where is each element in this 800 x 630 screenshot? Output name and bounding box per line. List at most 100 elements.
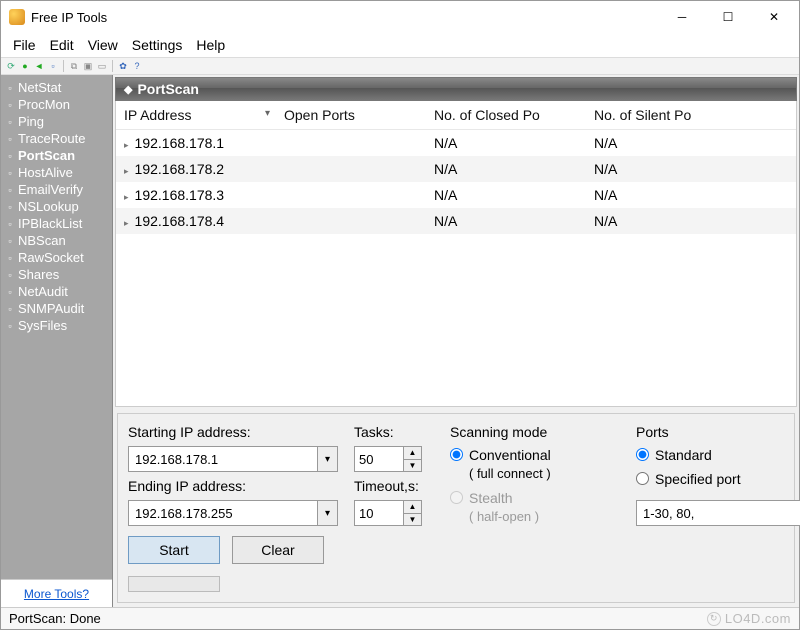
menu-view[interactable]: View [82,35,124,55]
timeout-spin-down[interactable]: ▼ [404,513,422,527]
menu-file[interactable]: File [7,35,42,55]
tool-icon: ▫ [5,236,15,246]
settings-icon[interactable]: ✿ [117,60,129,72]
copy-icon[interactable]: ⧉ [68,60,80,72]
menubar: File Edit View Settings Help [1,33,799,57]
sidebar-item-label: SNMPAudit [18,300,84,317]
ports-standard-radio[interactable]: Standard [636,446,784,464]
save-icon[interactable]: ▫ [47,60,59,72]
sidebar-item-label: NBScan [18,232,66,249]
mode-conventional-sub: ( full connect ) [469,466,551,481]
statusbar: PortScan: Done ↻ LO4D.com [1,607,799,629]
scanning-mode-label: Scanning mode [450,424,620,440]
mode-conventional-text: Conventional [469,447,551,463]
start-ip-input[interactable] [128,446,318,472]
end-ip-input[interactable] [128,500,318,526]
col-closed-ports[interactable]: No. of Closed Po [426,101,586,129]
close-button[interactable]: ✕ [751,2,797,32]
sidebar-item-procmon[interactable]: ▫ProcMon [3,96,110,113]
clear-button[interactable]: Clear [232,536,324,564]
ports-group: Ports Standard Specified port ▾ [636,424,784,592]
sidebar-item-ipblacklist[interactable]: ▫IPBlackList [3,215,110,232]
timeout-input[interactable] [354,500,404,526]
body: ▫NetStat▫ProcMon▫Ping▫TraceRoute▫PortSca… [1,75,799,607]
sidebar-item-shares[interactable]: ▫Shares [3,266,110,283]
start-ip-dropdown-button[interactable]: ▾ [318,446,338,472]
tool-icon: ▫ [5,151,15,161]
ports-spec-input[interactable] [636,500,800,526]
back-icon[interactable]: ◄ [33,60,45,72]
maximize-button[interactable]: ☐ [705,2,751,32]
sidebar-item-hostalive[interactable]: ▫HostAlive [3,164,110,181]
col-open-ports[interactable]: Open Ports [276,101,426,129]
mode-stealth-input [450,491,463,504]
sidebar-item-label: HostAlive [18,164,73,181]
toolbar-separator [112,60,113,72]
sidebar-item-nslookup[interactable]: ▫NSLookup [3,198,110,215]
mode-conventional-radio[interactable]: Conventional ( full connect ) [450,446,620,483]
table-row[interactable]: 192.168.178.1N/AN/A [116,130,796,156]
sidebar-item-label: NetAudit [18,283,68,300]
table-row[interactable]: 192.168.178.2N/AN/A [116,156,796,182]
sidebar-item-label: TraceRoute [18,130,85,147]
tasks-spin-up[interactable]: ▲ [404,446,422,459]
sidebar-item-label: Shares [18,266,59,283]
sidebar-item-sysfiles[interactable]: ▫SysFiles [3,317,110,334]
sidebar-item-traceroute[interactable]: ▫TraceRoute [3,130,110,147]
table-row[interactable]: 192.168.178.4N/AN/A [116,208,796,234]
tool-icon: ▫ [5,202,15,212]
main-panel: ◆ PortScan IP Address Open Ports No. of … [113,75,799,607]
timeout-spin-up[interactable]: ▲ [404,500,422,513]
col-silent-ports[interactable]: No. of Silent Po [586,101,726,129]
tasks-spin-down[interactable]: ▼ [404,459,422,473]
cell-closed: N/A [426,187,586,203]
col-ip-address[interactable]: IP Address [116,101,276,129]
cell-silent: N/A [586,213,726,229]
sidebar-item-label: NetStat [18,79,61,96]
tool-icon: ▫ [5,270,15,280]
tool-icon: ▫ [5,185,15,195]
more-tools-link[interactable]: More Tools? [24,587,89,601]
sidebar-item-snmpaudit[interactable]: ▫SNMPAudit [3,300,110,317]
table-row[interactable]: 192.168.178.3N/AN/A [116,182,796,208]
sidebar-item-portscan[interactable]: ▫PortScan [3,147,110,164]
cell-closed: N/A [426,161,586,177]
tool-icon: ▫ [5,100,15,110]
start-button[interactable]: Start [128,536,220,564]
sidebar-item-rawsocket[interactable]: ▫RawSocket [3,249,110,266]
cell-ip: 192.168.178.4 [116,213,276,229]
app-icon [9,9,25,25]
clear-icon[interactable]: ▭ [96,60,108,72]
tasks-label: Tasks: [354,424,434,440]
tool-icon: ▫ [5,321,15,331]
sidebar-item-emailverify[interactable]: ▫EmailVerify [3,181,110,198]
progress-bar [128,576,220,592]
minimize-button[interactable]: ─ [659,2,705,32]
end-ip-dropdown-button[interactable]: ▾ [318,500,338,526]
cell-ip: 192.168.178.1 [116,135,276,151]
help-icon[interactable]: ? [131,60,143,72]
sidebar-item-label: RawSocket [18,249,84,266]
start-ip-label: Starting IP address: [128,424,338,440]
sidebar-item-ping[interactable]: ▫Ping [3,113,110,130]
sidebar-item-label: Ping [18,113,44,130]
refresh-icon[interactable]: ⟳ [5,60,17,72]
ports-specified-input[interactable] [636,472,649,485]
menu-edit[interactable]: Edit [44,35,80,55]
tool-icon: ▫ [5,83,15,93]
tasks-input[interactable] [354,446,404,472]
sidebar-item-nbscan[interactable]: ▫NBScan [3,232,110,249]
paste-icon[interactable]: ▣ [82,60,94,72]
play-icon[interactable]: ● [19,60,31,72]
ports-specified-radio[interactable]: Specified port [636,470,784,488]
watermark-icon: ↻ [707,612,721,626]
sidebar-item-netstat[interactable]: ▫NetStat [3,79,110,96]
watermark: ↻ LO4D.com [707,611,791,626]
ports-standard-input[interactable] [636,448,649,461]
menu-help[interactable]: Help [190,35,231,55]
sidebar-item-netaudit[interactable]: ▫NetAudit [3,283,110,300]
menu-settings[interactable]: Settings [126,35,189,55]
sidebar: ▫NetStat▫ProcMon▫Ping▫TraceRoute▫PortSca… [1,75,113,607]
toolbar-separator [63,60,64,72]
mode-conventional-input[interactable] [450,448,463,461]
